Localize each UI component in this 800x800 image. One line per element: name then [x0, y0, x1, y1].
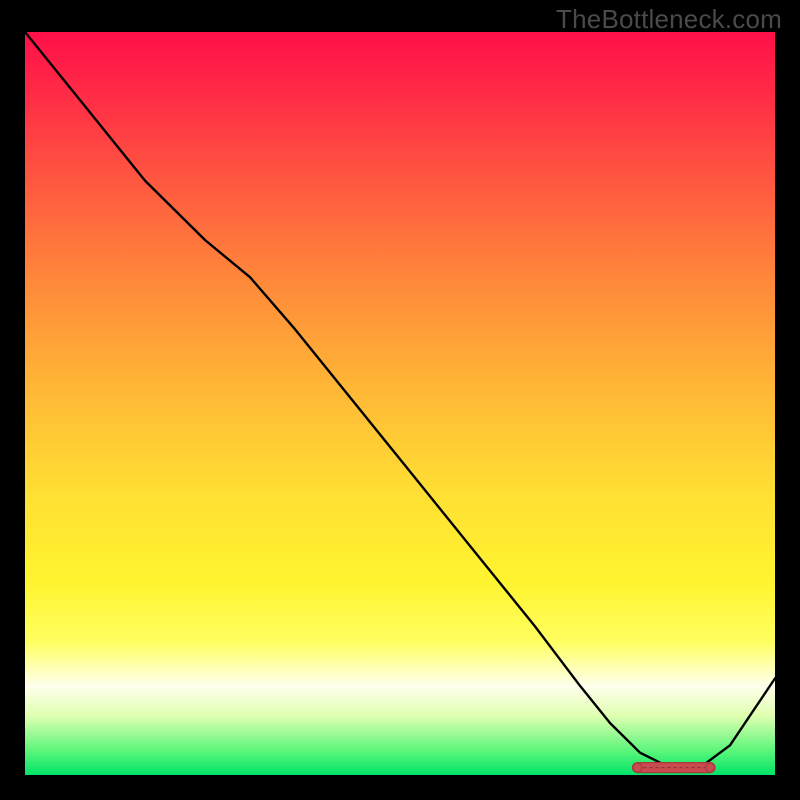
chart-frame: TheBottleneck.com — [0, 0, 800, 800]
plot-area — [25, 32, 775, 775]
chart-overlay — [25, 32, 775, 775]
optimal-range-marker — [633, 763, 716, 773]
watermark-text: TheBottleneck.com — [556, 4, 782, 35]
bottleneck-curve-line — [25, 32, 775, 768]
